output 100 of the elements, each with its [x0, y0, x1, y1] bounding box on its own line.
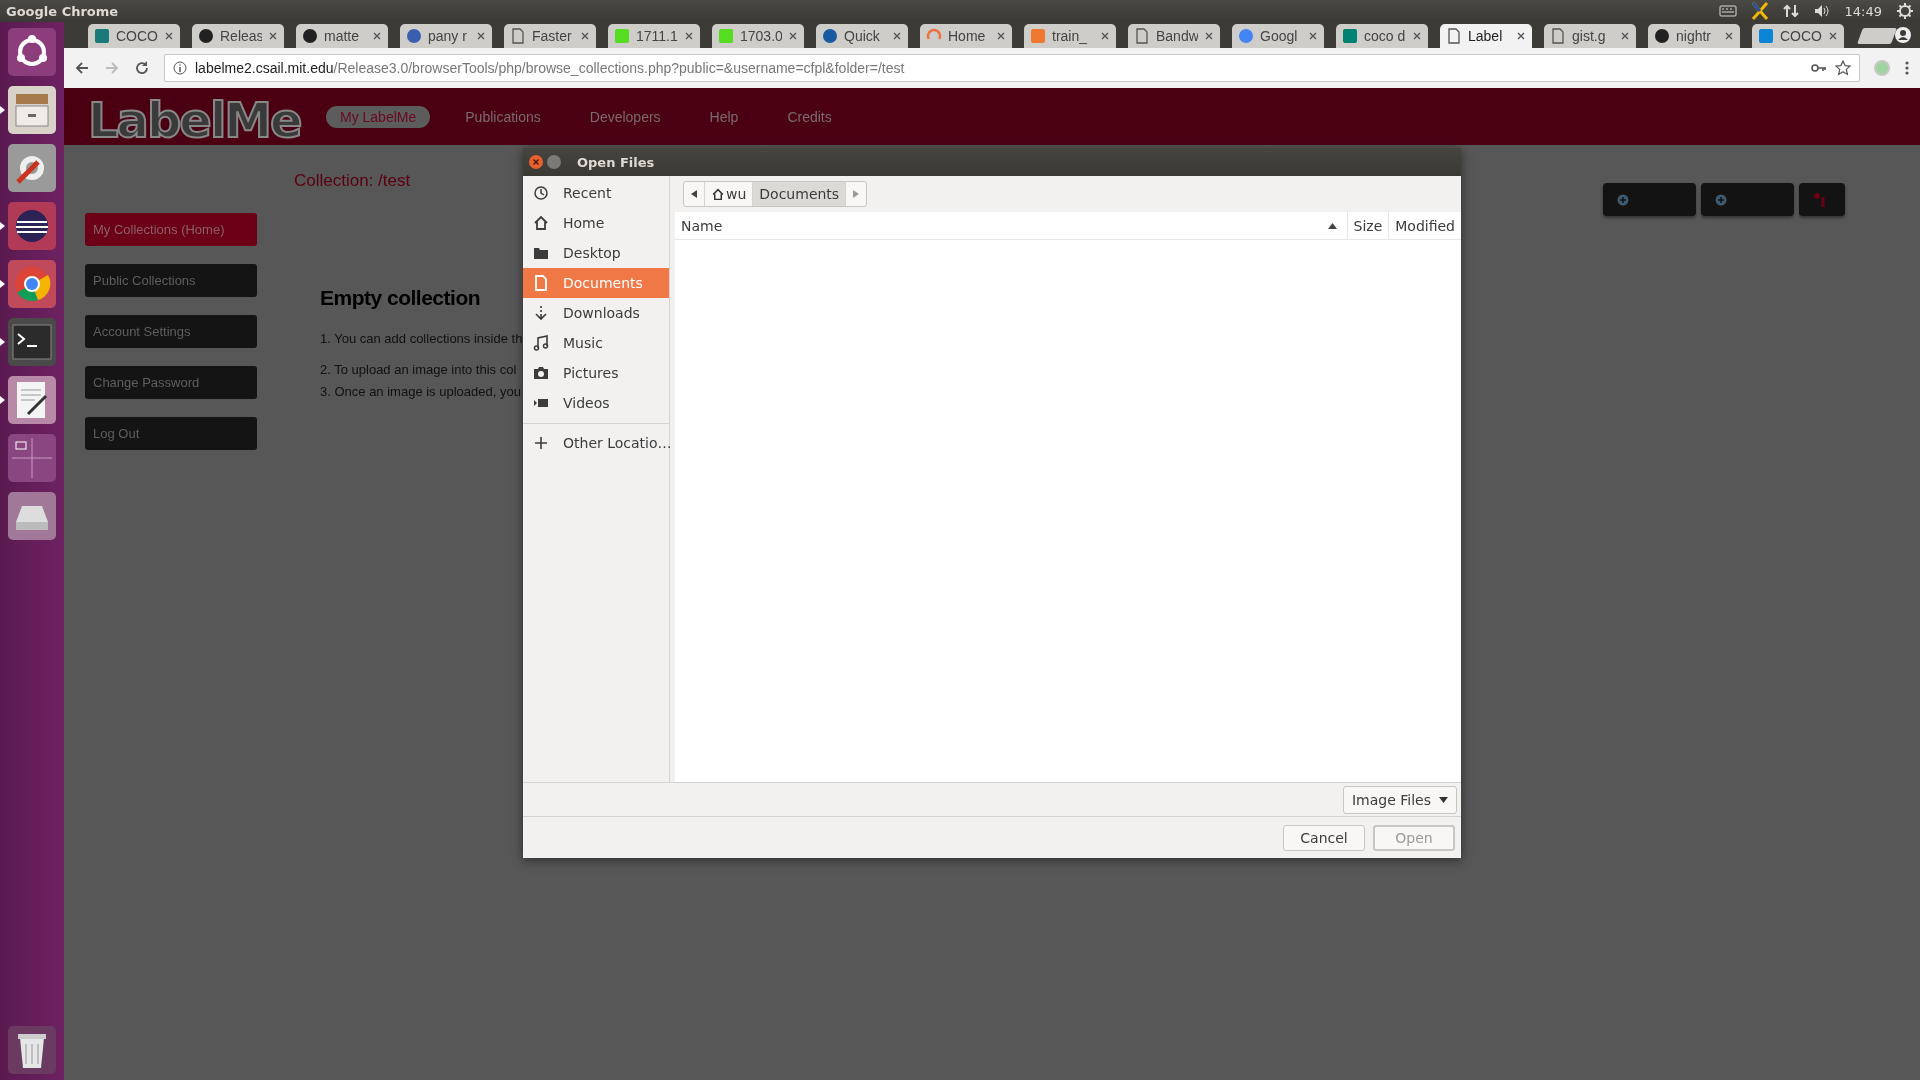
places-item[interactable]: Music: [523, 328, 669, 358]
page-icon: [510, 28, 526, 44]
browser-tab[interactable]: Faster: [504, 24, 596, 48]
folder-icon: [533, 245, 549, 261]
close-icon[interactable]: [1724, 31, 1734, 41]
file-type-dropdown[interactable]: Image Files: [1342, 785, 1457, 814]
settings-icon[interactable]: [8, 144, 56, 192]
terminal-icon[interactable]: [8, 318, 56, 366]
back-arrow-icon[interactable]: [74, 60, 90, 76]
places-item[interactable]: Recent: [523, 178, 669, 208]
browser-tab[interactable]: Label: [1440, 24, 1532, 48]
workspaces-icon[interactable]: [8, 434, 56, 482]
file-cabinet-icon[interactable]: [8, 86, 56, 134]
right-arrow-icon: [853, 190, 860, 198]
address-bar[interactable]: labelme2.csail.mit.edu/Release3.0/browserTools/php/browse_collections.php?public=&username=cfpl&folder=/test: [164, 54, 1860, 82]
plus-icon: [1617, 193, 1629, 206]
dialog-title: Open Files: [577, 154, 655, 170]
info-icon[interactable]: [173, 61, 187, 75]
page-icon: [1446, 28, 1462, 44]
close-icon[interactable]: [788, 31, 798, 41]
browser-tab[interactable]: train_: [1024, 24, 1116, 48]
home-icon: [711, 187, 725, 201]
url-host: labelme2.csail.mit.edu: [195, 60, 334, 76]
network-arrows-icon[interactable]: [1782, 3, 1799, 19]
key-icon[interactable]: [1811, 61, 1827, 75]
url-path: /Release3.0/browserTools/php/browse_collections.php?public=&username=cfpl&folder=/test: [333, 60, 905, 76]
reload-icon[interactable]: [134, 60, 150, 76]
close-icon[interactable]: [1516, 31, 1526, 41]
power-gear-icon[interactable]: [1896, 2, 1914, 20]
close-icon[interactable]: [1308, 31, 1318, 41]
star-icon[interactable]: [1835, 60, 1851, 76]
left-arrow-icon: [691, 190, 697, 198]
close-icon[interactable]: [1412, 31, 1422, 41]
close-icon[interactable]: [1828, 31, 1838, 41]
browser-tab[interactable]: Googl: [1232, 24, 1324, 48]
clock-icon: [533, 185, 549, 201]
close-icon[interactable]: [1100, 31, 1110, 41]
page-icon: [1134, 28, 1150, 44]
browser-tab[interactable]: gist.g: [1544, 24, 1636, 48]
keyboard-icon[interactable]: [1718, 4, 1737, 18]
places-item[interactable]: Home: [523, 208, 669, 238]
browser-tab[interactable]: pany r: [400, 24, 492, 48]
browser-tab[interactable]: 1703.0: [712, 24, 804, 48]
x-app-icon[interactable]: [1750, 2, 1769, 20]
close-icon[interactable]: [476, 31, 486, 41]
add-image-button[interactable]: [1603, 183, 1696, 216]
new-tab-button[interactable]: [1857, 28, 1897, 44]
caret-icon: [1439, 796, 1448, 803]
page-icon: [1550, 28, 1566, 44]
disk-drive-icon[interactable]: [8, 492, 56, 540]
close-icon[interactable]: [372, 31, 382, 41]
column-header[interactable]: Modified: [1388, 212, 1461, 239]
trash-icon[interactable]: [8, 1026, 56, 1074]
places-item[interactable]: Downloads: [523, 298, 669, 328]
close-icon[interactable]: [1620, 31, 1630, 41]
browser-tab[interactable]: Quick: [816, 24, 908, 48]
places-item[interactable]: Other Locatio…: [523, 428, 669, 458]
close-icon[interactable]: [580, 31, 590, 41]
plus-icon: [533, 435, 549, 451]
places-item[interactable]: Pictures: [523, 358, 669, 388]
close-icon[interactable]: [892, 31, 902, 41]
plus-icon: [1715, 193, 1727, 206]
file-list[interactable]: Name Size Modified: [675, 212, 1461, 782]
column-header[interactable]: Size: [1346, 212, 1389, 239]
volume-icon[interactable]: [1812, 3, 1831, 19]
instruction-text: 3. Once an image is uploaded, you: [320, 383, 522, 401]
close-icon[interactable]: [1204, 31, 1214, 41]
instruction-text: 1. You can add collections inside th: [320, 330, 523, 348]
browser-tab[interactable]: 1711.1: [608, 24, 700, 48]
browser-tab[interactable]: Bandw: [1128, 24, 1220, 48]
browser-tab[interactable]: matte: [296, 24, 388, 48]
close-icon[interactable]: [684, 31, 694, 41]
browser-tab[interactable]: nightr: [1648, 24, 1740, 48]
browser-tab[interactable]: COCO: [1752, 24, 1844, 48]
path-button[interactable]: Documents: [752, 182, 847, 206]
places-item[interactable]: Videos: [523, 388, 669, 418]
instruction-text: 2. To upload an image into this col: [320, 361, 518, 379]
document-icon: [533, 275, 549, 291]
browser-tab[interactable]: Home: [920, 24, 1012, 48]
menu-icon[interactable]: [1904, 60, 1910, 76]
close-button[interactable]: [529, 155, 543, 169]
maximize-button[interactable]: [547, 155, 561, 169]
clock[interactable]: 14:49: [1844, 3, 1882, 19]
browser-tab[interactable]: COCO: [88, 24, 180, 48]
column-header[interactable]: Name: [675, 212, 1347, 239]
places-item[interactable]: Desktop: [523, 238, 669, 268]
add-collection-button[interactable]: [1701, 183, 1794, 216]
browser-icon[interactable]: [8, 260, 56, 308]
camera-icon: [533, 365, 549, 381]
dialog-button[interactable]: Cancel: [1283, 824, 1365, 851]
app-title: Google Chrome: [6, 3, 119, 19]
profile-icon[interactable]: [1894, 26, 1912, 44]
close-icon[interactable]: [164, 31, 174, 41]
close-icon[interactable]: [996, 31, 1006, 41]
download-icon: [533, 305, 549, 321]
close-icon[interactable]: [268, 31, 278, 41]
collection-title: Collection: /test: [294, 171, 412, 191]
browser-tab[interactable]: coco d: [1336, 24, 1428, 48]
ubuntu-logo-icon[interactable]: [8, 28, 56, 76]
text-editor-icon[interactable]: [8, 376, 56, 424]
